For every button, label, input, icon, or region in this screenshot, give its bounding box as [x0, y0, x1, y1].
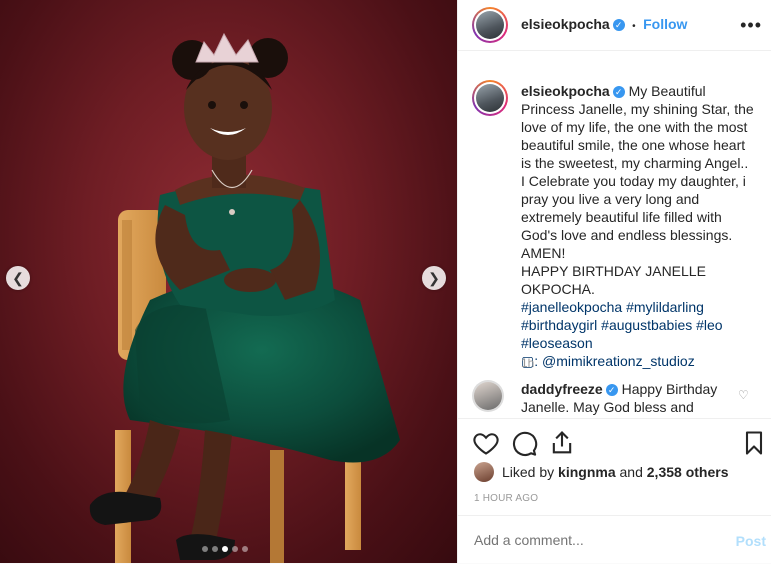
post-side-panel: elsieokpocha ✓ • Follow ••• elsieokpocha ✓… [457, 0, 771, 563]
previous-photo-button[interactable]: ❮ [6, 266, 30, 290]
comment-input[interactable] [474, 532, 714, 548]
commenter-avatar[interactable] [472, 380, 504, 412]
instagram-post: ❮ ❯ elsieokpocha ✓ • Follow ••• elsieokp… [0, 0, 771, 563]
author-username[interactable]: elsieokpocha [521, 16, 610, 32]
commenter-username[interactable]: daddyfreeze [521, 381, 603, 397]
post-comment-button[interactable]: Post [736, 533, 766, 549]
add-comment-bar: Post [458, 515, 771, 564]
like-comment-heart-icon[interactable]: ♡ [738, 388, 749, 402]
caption-hashtags[interactable]: #janelleokpocha #mylildarling #birthdayg… [521, 299, 726, 351]
comment-item: daddyfreeze ✓ Happy Birthday Janelle. May… [521, 380, 731, 416]
carousel-indicator [202, 546, 248, 552]
likes-summary: Liked by kingnma and 2,358 others [474, 462, 728, 482]
carousel-dot [232, 546, 238, 552]
likes-joiner: and [619, 464, 643, 480]
carousel-dot [242, 546, 248, 552]
likes-others-count[interactable]: 2,358 others [647, 464, 729, 480]
carousel-dot [202, 546, 208, 552]
carousel-dot-active [222, 546, 228, 552]
likes-prefix: Liked by [502, 464, 555, 480]
author-avatar[interactable] [472, 7, 508, 43]
liker-avatar[interactable] [474, 462, 494, 482]
caption-avatar[interactable] [472, 80, 508, 116]
header-user-line: elsieokpocha ✓ • Follow [521, 16, 687, 34]
carousel-dot [212, 546, 218, 552]
comments-scroll-area[interactable]: elsieokpocha ✓ My Beautiful Princess Jane… [458, 60, 771, 417]
chevron-left-icon: ❮ [12, 269, 24, 286]
post-photo[interactable]: ❮ ❯ [0, 0, 457, 563]
chevron-right-icon: ❯ [428, 269, 440, 286]
follow-button[interactable]: Follow [643, 16, 687, 32]
more-options-icon[interactable]: ••• [740, 15, 762, 36]
post-timestamp[interactable]: 1 HOUR AGO [474, 493, 538, 504]
verified-badge-icon: ✓ [612, 86, 625, 98]
action-bar [458, 418, 771, 467]
girl-portrait-image [89, 32, 400, 563]
comment-bubble-icon[interactable] [510, 429, 538, 457]
caption-body: My Beautiful Princess Janelle, my shinin… [521, 83, 754, 297]
caption-username[interactable]: elsieokpocha [521, 83, 610, 99]
caption-time[interactable]: 1h [521, 356, 534, 370]
caption: elsieokpocha ✓ My Beautiful Princess Jane… [521, 82, 757, 370]
liker-username[interactable]: kingnma [558, 464, 616, 480]
separator-dot: • [632, 21, 636, 32]
verified-badge-icon: ✓ [605, 384, 618, 396]
post-header: elsieokpocha ✓ • Follow ••• [458, 0, 771, 51]
next-photo-button[interactable]: ❯ [422, 266, 446, 290]
share-icon[interactable] [548, 429, 576, 457]
like-heart-icon[interactable] [472, 429, 500, 457]
caption-credit[interactable]: ▢: @mimikreationz_studioz [521, 353, 695, 369]
verified-badge-icon: ✓ [612, 19, 625, 31]
save-bookmark-icon[interactable] [740, 429, 768, 457]
